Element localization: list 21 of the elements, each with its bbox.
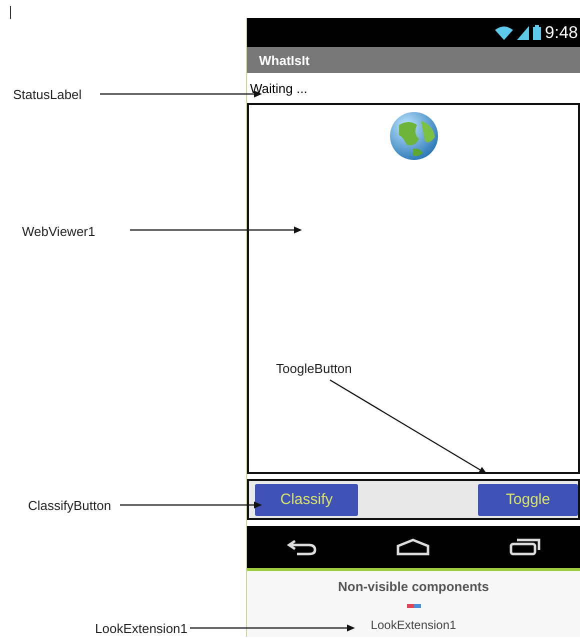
globe-icon (388, 111, 438, 161)
callout-label: LookExtension1 (95, 621, 188, 636)
classify-button[interactable]: Classify (255, 484, 358, 516)
clock-time: 9:48 (544, 22, 578, 42)
extension-icon (406, 604, 420, 608)
app-title-bar: WhatIsIt (247, 47, 580, 73)
status-label: Waiting ... (250, 80, 308, 96)
callout-label: ToogleButton (276, 361, 352, 376)
signal-icon (516, 26, 529, 40)
text-cursor-icon (10, 6, 11, 19)
home-icon[interactable] (396, 538, 430, 556)
callout-label: WebViewer1 (22, 224, 96, 239)
toggle-button[interactable]: Toggle (478, 484, 578, 516)
component-label: LookExtension1 (370, 618, 456, 632)
back-icon[interactable] (286, 538, 316, 556)
battery-icon (532, 25, 541, 40)
wifi-icon (494, 26, 513, 40)
section-heading: Non-visible components (338, 579, 489, 594)
callout-label: StatusLabel (13, 87, 82, 102)
callout-label: ClassifyButton (28, 498, 112, 513)
recents-icon[interactable] (508, 538, 540, 556)
